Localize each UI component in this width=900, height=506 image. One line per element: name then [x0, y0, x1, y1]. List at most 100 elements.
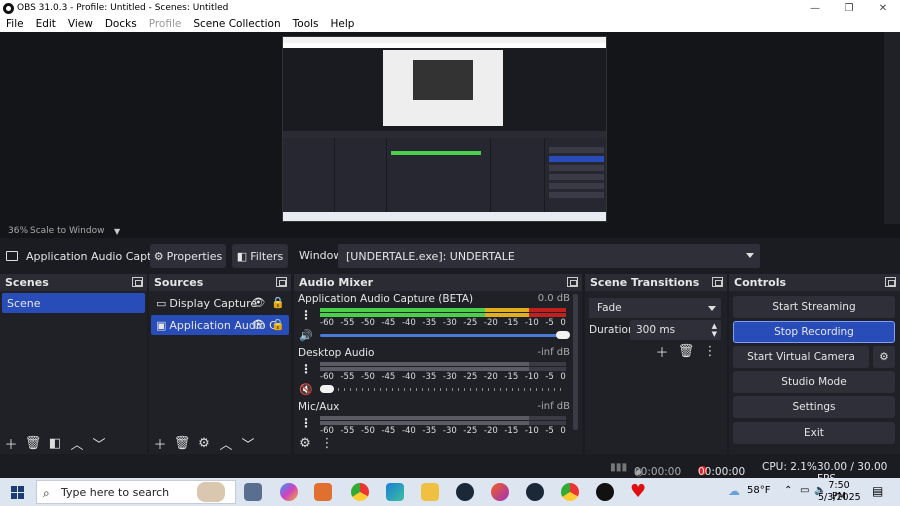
- channel-db: -inf dB: [537, 347, 570, 358]
- channel-db: 0.0 dB: [537, 293, 570, 304]
- more-vertical-icon[interactable]: ⋮: [298, 308, 314, 322]
- volume-slider[interactable]: [320, 334, 566, 337]
- chevron-down-icon: [746, 253, 754, 258]
- menu-scene-collection[interactable]: Scene Collection: [187, 18, 286, 30]
- float-dock-icon[interactable]: [712, 277, 723, 287]
- volume-slider[interactable]: [320, 388, 566, 391]
- tray-chevron-up-icon[interactable]: ⌃: [784, 485, 792, 496]
- chrome-icon[interactable]: [351, 483, 369, 501]
- scenes-dock: Scenes Scene ＋ 🗑 ◧ ︿ ﹀: [0, 274, 147, 454]
- speaker-icon[interactable]: 🔊: [298, 328, 314, 342]
- selected-source-name: Application Audio Capture: [26, 249, 170, 263]
- chrome-icon[interactable]: [561, 483, 579, 501]
- media-player-icon[interactable]: [314, 483, 332, 501]
- menu-view[interactable]: View: [62, 18, 99, 30]
- zoom-level: 36%: [8, 226, 29, 236]
- lock-icon[interactable]: 🔒: [271, 296, 285, 309]
- copilot-icon[interactable]: [280, 483, 298, 501]
- transition-select[interactable]: Fade: [589, 298, 721, 318]
- preview-area[interactable]: [0, 32, 900, 224]
- more-vertical-icon[interactable]: ⋮: [298, 362, 314, 376]
- menu-bar: File Edit View Docks Profile Scene Colle…: [0, 16, 900, 32]
- weather-cloud-icon: ☁: [728, 484, 740, 498]
- minimize-button[interactable]: —: [798, 0, 832, 16]
- arrow-up-icon[interactable]: ︿: [219, 436, 233, 453]
- network-icon[interactable]: ▭: [800, 485, 809, 496]
- trash-icon[interactable]: 🗑: [678, 344, 695, 359]
- steam-icon[interactable]: [456, 483, 474, 501]
- notification-icon[interactable]: ▤: [872, 484, 883, 498]
- undertale-heart-icon[interactable]: ♥: [630, 481, 646, 502]
- window-select[interactable]: [UNDERTALE.exe]: UNDERTALE: [338, 244, 760, 268]
- file-explorer-icon[interactable]: [421, 483, 439, 501]
- arrow-down-icon[interactable]: ﹀: [241, 436, 255, 453]
- windows-start-icon[interactable]: [11, 486, 24, 499]
- edge-icon[interactable]: [386, 483, 404, 501]
- exit-button[interactable]: Exit: [733, 422, 895, 444]
- preview-canvas[interactable]: [0, 32, 884, 224]
- volume-meter: [320, 367, 566, 371]
- start-streaming-button[interactable]: Start Streaming: [733, 296, 895, 318]
- trash-icon[interactable]: 🗑: [25, 436, 42, 451]
- add-icon[interactable]: ＋: [4, 436, 18, 453]
- firefox-icon[interactable]: [491, 483, 509, 501]
- arrow-down-icon[interactable]: ﹀: [92, 436, 106, 453]
- status-bar: ▮▮▮ ◉ 00:00:00 00:00:00 CPU: 2.1% 30.00 …: [0, 456, 900, 485]
- float-dock-icon[interactable]: [885, 277, 896, 287]
- obs-icon[interactable]: [596, 483, 614, 501]
- trash-icon[interactable]: 🗑: [174, 436, 191, 451]
- float-dock-icon[interactable]: [132, 277, 143, 287]
- more-vertical-icon[interactable]: ⋮: [703, 344, 717, 359]
- add-icon[interactable]: ＋: [655, 344, 669, 361]
- speaker-muted-icon[interactable]: 🔇: [298, 382, 314, 396]
- chevron-down-icon: [708, 306, 716, 311]
- menu-tools[interactable]: Tools: [287, 18, 325, 30]
- scale-dropdown-icon[interactable]: ▼: [114, 227, 120, 236]
- volume-slider-handle[interactable]: [556, 331, 570, 339]
- task-view-icon[interactable]: [244, 483, 262, 501]
- filter-icon[interactable]: ◧: [48, 436, 62, 451]
- advanced-audio-gear-icon[interactable]: ⚙: [298, 436, 312, 451]
- lock-icon[interactable]: 🔒: [271, 318, 285, 331]
- settings-button[interactable]: Settings: [733, 396, 895, 418]
- more-vertical-icon[interactable]: ⋮: [320, 436, 334, 451]
- scene-item[interactable]: Scene: [2, 293, 145, 313]
- controls-header: Controls: [729, 274, 900, 291]
- menu-edit[interactable]: Edit: [30, 18, 62, 30]
- stop-recording-button[interactable]: Stop Recording: [733, 321, 895, 343]
- mixer-scrollbar[interactable]: [573, 294, 578, 430]
- menu-docks[interactable]: Docks: [99, 18, 143, 30]
- float-dock-icon[interactable]: [276, 277, 287, 287]
- filters-button[interactable]: ◧ Filters: [232, 244, 288, 268]
- channel-name: Application Audio Capture (BETA): [298, 293, 474, 305]
- stepper-icon[interactable]: ▲ ▼: [712, 322, 717, 338]
- start-virtual-camera-button[interactable]: Start Virtual Camera: [733, 346, 869, 368]
- maximize-button[interactable]: ❐: [832, 0, 866, 16]
- taskbar-search[interactable]: ⌕ Type here to search: [36, 480, 236, 504]
- eye-icon[interactable]: 👁: [251, 296, 265, 309]
- eye-icon[interactable]: 👁: [251, 318, 265, 331]
- menu-help[interactable]: Help: [325, 18, 361, 30]
- duration-input[interactable]: 300 ms ▲ ▼: [630, 320, 721, 340]
- more-vertical-icon[interactable]: ⋮: [298, 416, 314, 430]
- gear-icon[interactable]: ⚙: [197, 436, 211, 451]
- close-button[interactable]: ✕: [866, 0, 900, 16]
- add-icon[interactable]: ＋: [153, 436, 167, 453]
- steam-icon[interactable]: [526, 483, 544, 501]
- clock-date[interactable]: 5/3/2025: [818, 492, 861, 503]
- studio-mode-button[interactable]: Studio Mode: [733, 371, 895, 393]
- arrow-up-icon[interactable]: ︿: [70, 436, 84, 453]
- sources-dock: Sources ▭ Display Capture 👁 🔒 ▣ Applicat…: [149, 274, 291, 454]
- float-dock-icon[interactable]: [567, 277, 578, 287]
- source-item-application-audio[interactable]: ▣ Application Audio C 👁 🔒: [151, 315, 289, 335]
- weather-temp[interactable]: 58°F: [747, 485, 770, 496]
- menu-profile[interactable]: Profile: [143, 18, 188, 30]
- virtual-camera-settings-button[interactable]: ⚙: [873, 346, 895, 368]
- properties-button[interactable]: ⚙ Properties: [150, 244, 226, 268]
- window-select-value: [UNDERTALE.exe]: UNDERTALE: [346, 249, 515, 263]
- scale-mode-label[interactable]: Scale to Window: [30, 226, 114, 236]
- source-item-display-capture[interactable]: ▭ Display Capture 👁 🔒: [151, 293, 289, 313]
- menu-file[interactable]: File: [0, 18, 30, 30]
- preview-scrollbar[interactable]: [884, 32, 900, 224]
- volume-slider-handle[interactable]: [320, 385, 334, 393]
